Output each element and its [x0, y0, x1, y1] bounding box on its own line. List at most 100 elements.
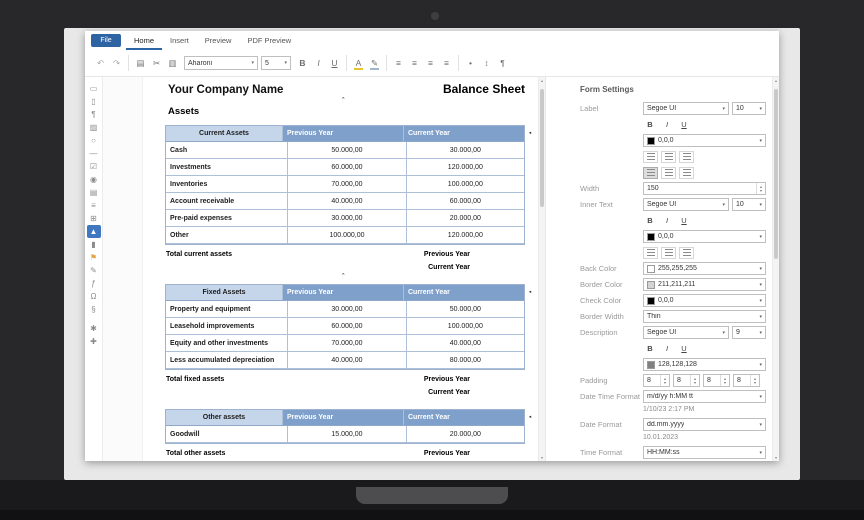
align-center-icon[interactable]: ≡	[407, 56, 422, 71]
section-tool-icon[interactable]: §	[87, 303, 101, 316]
spinner-arrows-icon[interactable]: ▴▾	[750, 375, 759, 386]
description-font-size-select[interactable]: 9 ▾	[732, 326, 766, 339]
row-label-cell[interactable]: Pre-paid expenses	[166, 210, 288, 226]
total-label[interactable]: Total other assets	[165, 450, 424, 457]
valign-middle-button[interactable]	[661, 167, 676, 179]
value-cell[interactable]: 15.000,00	[288, 426, 406, 442]
section-heading[interactable]: Assets	[168, 106, 525, 118]
value-cell[interactable]: 60.000,00	[288, 318, 406, 334]
cut-icon[interactable]: ✂	[149, 56, 164, 71]
description-italic-button[interactable]: I	[660, 342, 674, 355]
document-canvas[interactable]: Your Company Name Balance Sheet ˆ Assets…	[103, 77, 538, 461]
table-header-cell[interactable]: Previous Year	[283, 126, 404, 141]
inner-text-underline-button[interactable]: U	[677, 214, 691, 227]
document-title-text[interactable]: Balance Sheet	[443, 82, 525, 96]
table-header-cell[interactable]: Other assets	[166, 410, 283, 425]
value-cell[interactable]: 30.000,00	[288, 210, 406, 226]
padding-left-input[interactable]: 8 ▴▾	[643, 374, 670, 387]
font-size-select[interactable]: 5 ▾	[261, 56, 291, 70]
row-label-cell[interactable]: Property and equipment	[166, 301, 288, 317]
align-justify-icon[interactable]: ≡	[439, 56, 454, 71]
line-spacing-icon[interactable]: ↕	[479, 56, 494, 71]
value-cell[interactable]: 50.000,00	[407, 301, 524, 317]
align-right-icon[interactable]: ≡	[423, 56, 438, 71]
rich-text-tool-icon[interactable]: ¶	[87, 108, 101, 121]
value-cell[interactable]: 60.000,00	[407, 193, 524, 209]
crosshair-tool-icon[interactable]: ✚	[87, 335, 101, 348]
inner-align-left-button[interactable]	[643, 247, 658, 259]
align-right-button[interactable]	[679, 151, 694, 163]
paste-icon[interactable]: ▤	[133, 56, 148, 71]
inner-text-bold-button[interactable]: B	[643, 214, 657, 227]
table-header-cell[interactable]: Previous Year	[283, 410, 404, 425]
canvas-scrollbar[interactable]: ▴ ▾	[538, 77, 545, 461]
scroll-down-icon[interactable]: ▾	[539, 455, 545, 460]
tab-pdf-preview[interactable]: PDF Preview	[239, 31, 299, 50]
table-header-cell[interactable]: Current Year	[404, 410, 524, 425]
border-color-select[interactable]: 211,211,211 ▾	[643, 278, 766, 291]
label-italic-button[interactable]: I	[660, 118, 674, 131]
settings-tool-icon[interactable]: ✱	[87, 322, 101, 335]
date-format-select[interactable]: dd.mm.yyyy ▾	[643, 418, 766, 431]
value-cell[interactable]: 100.000,00	[288, 227, 406, 243]
width-input[interactable]: 150 ▴▾	[643, 182, 766, 195]
table-header-cell[interactable]: Current Assets	[166, 126, 283, 141]
inner-align-right-button[interactable]	[679, 247, 694, 259]
row-label-cell[interactable]: Less accumulated depreciation	[166, 352, 288, 368]
table-header-cell[interactable]: Current Year	[404, 126, 524, 141]
text-color-icon[interactable]: A	[351, 56, 366, 71]
scroll-up-icon[interactable]: ▴	[773, 78, 779, 83]
row-label-cell[interactable]: Cash	[166, 142, 288, 158]
inner-text-font-size-select[interactable]: 10 ▾	[732, 198, 766, 211]
inner-text-color-select[interactable]: 0,0,0 ▾	[643, 230, 766, 243]
value-cell[interactable]: 50.000,00	[288, 142, 406, 158]
italic-icon[interactable]: I	[311, 56, 326, 71]
table-header-cell[interactable]: Current Year	[404, 285, 524, 300]
row-label-cell[interactable]: Other	[166, 227, 288, 243]
barcode-tool-icon[interactable]: ▮	[87, 238, 101, 251]
padding-right-input[interactable]: 8 ▴▾	[703, 374, 730, 387]
copy-icon[interactable]: ▥	[165, 56, 180, 71]
spinner-arrows-icon[interactable]: ▴▾	[720, 375, 729, 386]
padding-bottom-input[interactable]: 8 ▴▾	[733, 374, 760, 387]
value-cell[interactable]: 70.000,00	[288, 335, 406, 351]
label-underline-button[interactable]: U	[677, 118, 691, 131]
bold-icon[interactable]: B	[295, 56, 310, 71]
table-tool-icon[interactable]: ⊞	[87, 212, 101, 225]
picture-tool-icon[interactable]: ▨	[87, 121, 101, 134]
align-left-icon[interactable]: ≡	[391, 56, 406, 71]
redo-icon[interactable]: ↷	[109, 56, 124, 71]
file-menu-button[interactable]: File	[91, 34, 121, 47]
label-bold-button[interactable]: B	[643, 118, 657, 131]
spinner-arrows-icon[interactable]: ▴▾	[690, 375, 699, 386]
textbox-tool-icon[interactable]: ▯	[87, 95, 101, 108]
description-color-select[interactable]: 128,128,128 ▾	[643, 358, 766, 371]
value-cell[interactable]: 40.000,00	[288, 352, 406, 368]
radio-button-tool-icon[interactable]: ◉	[87, 173, 101, 186]
row-label-cell[interactable]: Inventories	[166, 176, 288, 192]
scroll-down-icon[interactable]: ▾	[773, 455, 779, 460]
total-previous-year-label[interactable]: Previous Year	[424, 376, 470, 383]
shape-tool-icon[interactable]: ○	[87, 134, 101, 147]
total-previous-year-label[interactable]: Previous Year	[424, 450, 470, 457]
dropdown-tool-icon[interactable]: ▤	[87, 186, 101, 199]
total-label[interactable]: Total current assets	[165, 251, 424, 258]
padding-top-input[interactable]: 8 ▴▾	[673, 374, 700, 387]
tab-home[interactable]: Home	[126, 31, 162, 50]
bullet-list-icon[interactable]: •	[463, 56, 478, 71]
value-cell[interactable]: 20.000,00	[407, 426, 524, 442]
label-color-select[interactable]: 0,0,0 ▾	[643, 134, 766, 147]
chart-tool-icon[interactable]: ▲	[87, 225, 101, 238]
undo-icon[interactable]: ↶	[93, 56, 108, 71]
highlight-color-icon[interactable]: ✎	[367, 56, 382, 71]
row-label-cell[interactable]: Investments	[166, 159, 288, 175]
tab-preview[interactable]: Preview	[197, 31, 240, 50]
list-tool-icon[interactable]: ≡	[87, 199, 101, 212]
row-label-cell[interactable]: Leasehold improvements	[166, 318, 288, 334]
paragraph-mark-icon[interactable]: ¶	[495, 56, 510, 71]
time-format-select[interactable]: HH:MM:ss ▾	[643, 446, 766, 459]
value-cell[interactable]: 20.000,00	[407, 210, 524, 226]
value-cell[interactable]: 80.000,00	[407, 352, 524, 368]
underline-icon[interactable]: U	[327, 56, 342, 71]
font-family-select[interactable]: Aharoni ▾	[184, 56, 258, 70]
